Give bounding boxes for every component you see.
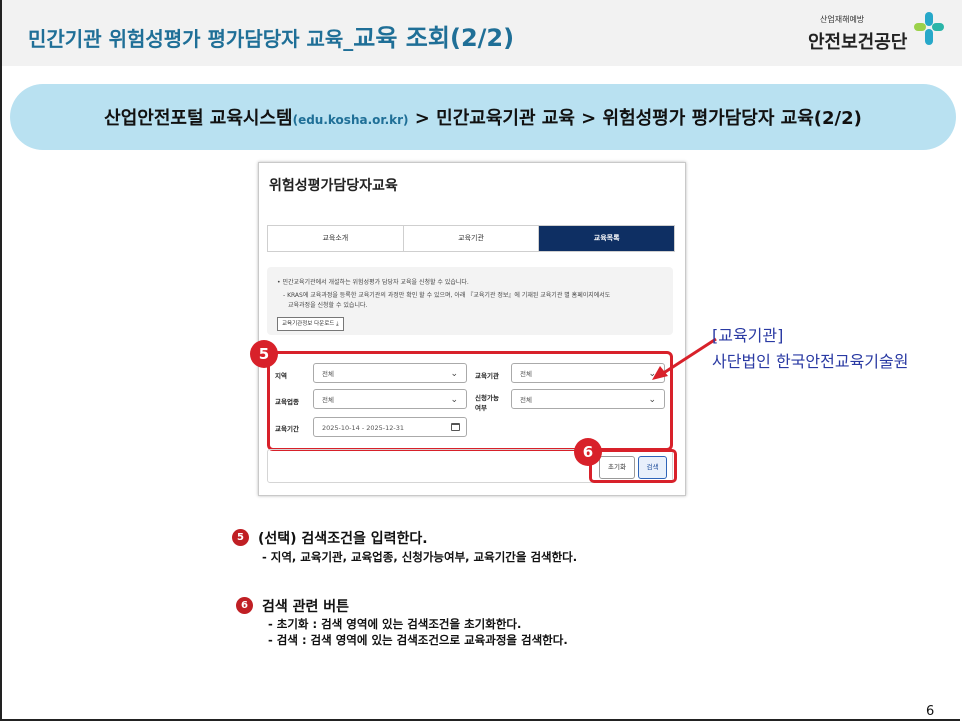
period-value: 2025-10-14 - 2025-12-31 <box>322 424 405 432</box>
button-highlight <box>589 449 677 483</box>
calendar-icon <box>451 423 460 431</box>
chevron-down-icon: ⌄ <box>450 369 458 379</box>
tab-bar: 교육소개 교육기관 교육목록 <box>267 225 675 252</box>
period-date-range[interactable]: 2025-10-14 - 2025-12-31 <box>313 417 467 437</box>
apply-label-1: 신청가능 <box>475 394 499 402</box>
info-line-2: - KRAS에 교육과정을 등록한 교육기관의 과정만 확인 할 수 있으며, … <box>283 292 611 299</box>
apply-label-2: 여부 <box>475 404 487 412</box>
breadcrumb-path: > 민간교육기관 교육 > 위험성평가 평가담당자 교육(2/2) <box>408 108 862 129</box>
download-institution-info-button[interactable]: 교육기관정보 다운로드 ⤓ <box>277 317 344 331</box>
industry-label: 교육업종 <box>275 398 299 406</box>
industry-select[interactable]: 전체 ⌄ <box>313 389 467 409</box>
region-value: 전체 <box>322 370 334 378</box>
kosha-logo: 산업재해예방 안전보건공단 <box>808 8 948 60</box>
tab-course-list[interactable]: 교육목록 <box>539 226 675 251</box>
callout-title: [교육기관] <box>712 326 784 345</box>
breadcrumb-url: (edu.kosha.or.kr) <box>292 113 409 127</box>
page-number: 6 <box>926 704 935 719</box>
apply-value: 전체 <box>520 396 532 404</box>
cross-logo-icon <box>914 12 944 45</box>
slide-title-prefix: 민간기관 위험성평가 평가담당자 교육_ <box>28 27 354 51</box>
step-6-badge: 6 <box>574 438 602 466</box>
chevron-down-icon: ⌄ <box>450 395 458 405</box>
info-line-3: 교육과정을 신청할 수 있습니다. <box>288 302 368 309</box>
industry-value: 전체 <box>322 396 334 404</box>
page-screenshot: 위험성평가담당자교육 교육소개 교육기관 교육목록 • 민간교육기관에서 개설하… <box>258 162 686 496</box>
slide-header: 민간기관 위험성평가 평가담당자 교육_교육 조회(2/2) 산업재해예방 안전… <box>2 0 962 66</box>
screenshot-title: 위험성평가담당자교육 <box>269 178 398 194</box>
region-label: 지역 <box>275 372 287 380</box>
institution-select[interactable]: 전체 ⌄ <box>511 363 665 383</box>
apply-available-select[interactable]: 전체 ⌄ <box>511 389 665 409</box>
period-label: 교육기간 <box>275 425 299 433</box>
institution-label: 교육기관 <box>475 372 499 380</box>
callout-institution: 사단법인 한국안전교육기술원 <box>712 352 909 371</box>
note-6-line-2: - 검색 : 검색 영역에 있는 검색조건으로 교육과정을 검색한다. <box>268 633 568 647</box>
tab-intro[interactable]: 교육소개 <box>268 226 404 251</box>
tab-institution[interactable]: 교육기관 <box>404 226 540 251</box>
region-select[interactable]: 전체 ⌄ <box>313 363 467 383</box>
slide-title-main: 교육 조회(2/2) <box>353 24 515 52</box>
callout-arrow-icon <box>652 337 717 380</box>
note-5-badge: 5 <box>232 529 249 546</box>
note-5-line: - 지역, 교육기관, 교육업종, 신청가능여부, 교육기간을 검색한다. <box>262 550 578 564</box>
breadcrumb: 산업안전포털 교육시스템(edu.kosha.or.kr) > 민간교육기관 교… <box>10 104 956 130</box>
navigation-banner: 산업안전포털 교육시스템(edu.kosha.or.kr) > 민간교육기관 교… <box>10 84 956 150</box>
info-box: • 민간교육기관에서 개설하는 위험성평가 담당자 교육을 신청할 수 있습니다… <box>267 267 673 335</box>
info-line-1: • 민간교육기관에서 개설하는 위험성평가 담당자 교육을 신청할 수 있습니다… <box>277 279 469 286</box>
logo-name: 안전보건공단 <box>808 32 908 53</box>
slide-title: 민간기관 위험성평가 평가담당자 교육_교육 조회(2/2) <box>28 18 514 53</box>
note-6-title: 검색 관련 버튼 <box>262 599 350 615</box>
institution-value: 전체 <box>520 370 532 378</box>
note-6-badge: 6 <box>236 597 253 614</box>
logo-subtitle: 산업재해예방 <box>820 15 865 24</box>
chevron-down-icon: ⌄ <box>648 395 656 405</box>
breadcrumb-portal: 산업안전포털 교육시스템 <box>104 108 293 129</box>
note-5-title: (선택) 검색조건을 입력한다. <box>258 531 428 547</box>
step-5-badge: 5 <box>250 340 278 368</box>
note-6-line-1: - 초기화 : 검색 영역에 있는 검색조건을 초기화한다. <box>268 617 522 631</box>
